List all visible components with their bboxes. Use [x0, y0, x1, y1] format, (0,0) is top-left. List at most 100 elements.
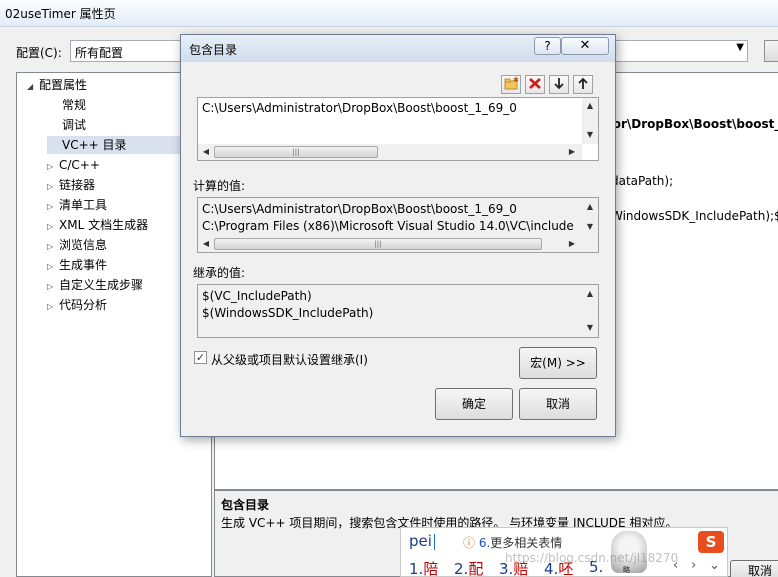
scroll-down-icon[interactable]: ▼: [582, 323, 598, 332]
config-select[interactable]: 所有配置: [70, 40, 190, 62]
tree-item-label: 链接器: [59, 178, 96, 192]
ime-tip[interactable]: ⓘ 6.更多相关表情: [463, 534, 562, 551]
move-up-button[interactable]: [573, 75, 593, 94]
inherited-label: 继承的值:: [193, 266, 246, 280]
ime-candidate[interactable]: 2.配: [454, 558, 483, 577]
edit-list[interactable]: C:\Users\Administrator\DropBox\Boost\boo…: [197, 97, 599, 161]
new-folder-icon: ✱: [504, 76, 519, 90]
tree-item-label: 自定义生成步骤: [59, 278, 144, 292]
tree-item-label: 浏览信息: [59, 238, 108, 252]
horizontal-scrollbar[interactable]: ◀ ||| ▶: [198, 236, 582, 252]
grid-value-row[interactable]: WindowsSDK_IncludePath);$(: [611, 205, 778, 227]
tree-item[interactable]: ▷ XML 文档生成器: [47, 216, 148, 234]
sogou-logo-icon: S: [698, 531, 724, 553]
scroll-up-icon[interactable]: ▲: [582, 202, 598, 211]
tree-root[interactable]: ◢ 配置属性: [27, 76, 87, 94]
inherit-checkbox[interactable]: ✓: [194, 351, 207, 364]
ime-pinyin: pei: [409, 532, 432, 550]
tree-root-label: 配置属性: [39, 78, 88, 92]
collapse-arrow-icon: ◢: [27, 82, 34, 91]
tree-item[interactable]: 调试: [47, 116, 86, 134]
delete-icon: [529, 78, 541, 89]
delete-button[interactable]: [525, 75, 545, 94]
computed-list: C:\Users\Administrator\DropBox\Boost\boo…: [197, 197, 599, 253]
list-item: C:\Program Files (x86)\Microsoft Visual …: [202, 219, 574, 233]
scroll-thumb[interactable]: |||: [214, 238, 542, 250]
tree-item[interactable]: ▷ 链接器: [47, 176, 95, 194]
tree-item[interactable]: ▷ 代码分析: [47, 296, 107, 314]
scroll-right-icon[interactable]: ▶: [564, 147, 580, 156]
ime-candidate-number: 1.: [409, 560, 424, 577]
tree-item-label: 生成事件: [59, 258, 108, 272]
dialog-titlebar: 包含目录 ? ✕: [181, 35, 615, 62]
expand-arrow-icon[interactable]: ▷: [47, 178, 59, 196]
expand-arrow-icon[interactable]: ▷: [47, 198, 59, 216]
vertical-scrollbar[interactable]: ▲ ▼: [582, 198, 598, 236]
inherited-list: $(VC_IncludePath) $(WindowsSDK_IncludePa…: [197, 284, 599, 338]
ime-expand-icon[interactable]: ⌄: [709, 558, 720, 573]
list-item[interactable]: C:\Users\Administrator\DropBox\Boost\boo…: [202, 100, 517, 116]
svg-text:✱: ✱: [513, 76, 519, 84]
include-dirs-dialog: 包含目录 ? ✕ ✱ C:\Users\Administrator\DropBo…: [180, 34, 616, 437]
ime-tip-number: 6.: [478, 536, 491, 550]
tree-item[interactable]: ▷ 自定义生成步骤: [47, 276, 143, 294]
dropdown-arrow-icon: ▼: [736, 42, 744, 53]
scroll-down-icon[interactable]: ▼: [582, 222, 598, 231]
list-item: $(VC_IncludePath): [202, 289, 312, 303]
ime-candidate[interactable]: 1.陪: [409, 558, 438, 577]
grid-value-include[interactable]: tor\DropBox\Boost\boost_: [607, 113, 778, 135]
ime-candidate-char: 陪: [423, 560, 439, 577]
tree-item[interactable]: ▷ 清单工具: [47, 196, 107, 214]
tree-item[interactable]: 常规: [47, 96, 86, 114]
inherit-checkbox-label[interactable]: 从父级或项目默认设置继承(I): [211, 351, 368, 368]
expand-arrow-icon[interactable]: ▷: [47, 218, 59, 236]
computed-label: 计算的值:: [193, 179, 246, 193]
ime-tip-text: 更多相关表情: [490, 536, 563, 550]
tree-item-label: 代码分析: [59, 298, 108, 312]
new-line-button[interactable]: ✱: [501, 75, 521, 94]
move-down-button[interactable]: [549, 75, 569, 94]
macro-button[interactable]: 宏(M) >>: [519, 347, 597, 379]
page-cancel-button[interactable]: 取消: [730, 560, 778, 577]
arrow-down-icon: [554, 78, 564, 90]
tree-item[interactable]: ▷ 浏览信息: [47, 236, 107, 254]
tree-item[interactable]: ▷ 生成事件: [47, 256, 107, 274]
close-button[interactable]: ✕: [561, 37, 609, 55]
config-manager-button[interactable]: [764, 40, 778, 62]
ime-next-icon[interactable]: ›: [691, 558, 696, 573]
scroll-up-icon[interactable]: ▲: [582, 101, 598, 110]
tree-item-label: C/C++: [59, 158, 100, 172]
ime-caret: [434, 534, 435, 550]
scroll-right-icon[interactable]: ▶: [564, 239, 580, 248]
expand-arrow-icon[interactable]: ▷: [47, 298, 59, 316]
scroll-up-icon[interactable]: ▲: [582, 289, 598, 298]
cancel-button[interactable]: 取消: [519, 388, 597, 420]
window-titlebar: 02useTimer 属性页: [0, 0, 778, 27]
expand-arrow-icon[interactable]: ▷: [47, 278, 59, 296]
scroll-thumb[interactable]: |||: [214, 146, 378, 158]
arrow-up-icon: [578, 77, 588, 89]
help-button[interactable]: ?: [534, 37, 561, 55]
vertical-scrollbar[interactable]: ▲ ▼: [582, 98, 598, 144]
scroll-down-icon[interactable]: ▼: [582, 130, 598, 139]
platform-select[interactable]: ▼: [610, 40, 748, 62]
tree-item-label: XML 文档生成器: [59, 218, 149, 232]
ime-candidate-number: 2.: [454, 560, 469, 577]
tree-item-label: 调试: [62, 118, 87, 132]
tree-item[interactable]: VC++ 目录: [47, 136, 182, 154]
tree-item[interactable]: ▷ C/C++: [47, 156, 100, 174]
tree-item-label: 常规: [62, 98, 87, 112]
expand-arrow-icon[interactable]: ▷: [47, 238, 59, 256]
ime-candidate-char: 配: [468, 560, 484, 577]
ok-button[interactable]: 确定: [435, 388, 513, 420]
expand-arrow-icon[interactable]: ▷: [47, 258, 59, 276]
dialog-title: 包含目录: [189, 43, 238, 57]
scroll-left-icon[interactable]: ◀: [198, 147, 214, 156]
expand-arrow-icon[interactable]: ▷: [47, 158, 59, 176]
vertical-scrollbar[interactable]: ▲ ▼: [582, 285, 598, 337]
horizontal-scrollbar[interactable]: ◀ ||| ▶: [198, 144, 582, 160]
scroll-left-icon[interactable]: ◀: [198, 239, 214, 248]
grid-value-row[interactable]: dataPath);: [611, 170, 673, 192]
list-item: $(WindowsSDK_IncludePath): [202, 306, 374, 320]
watermark: https://blog.csdn.net/jl18270: [505, 551, 679, 565]
